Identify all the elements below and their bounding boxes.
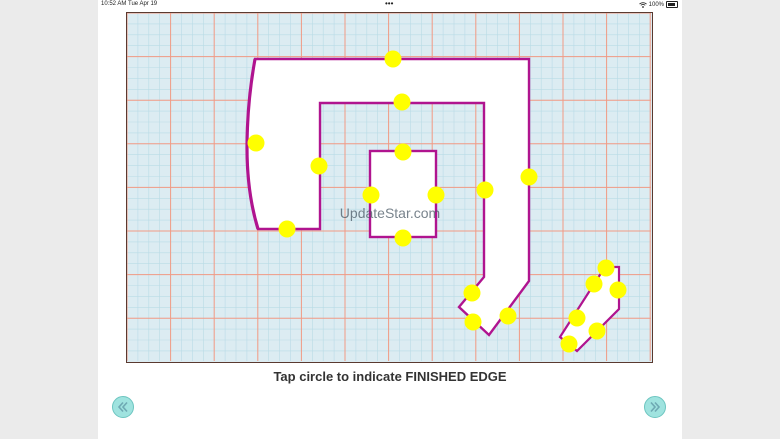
edge-tap-circle[interactable] <box>585 275 603 293</box>
chevron-left-double-icon <box>117 401 128 413</box>
instruction-text: Tap circle to indicate FINISHED EDGE <box>273 369 507 384</box>
status-date: Tue Apr 19 <box>128 1 158 7</box>
edge-tap-circle[interactable] <box>278 220 296 238</box>
edge-tap-circle[interactable] <box>463 284 481 302</box>
edge-tap-circle[interactable] <box>560 335 578 353</box>
edge-tap-circle[interactable] <box>588 322 606 340</box>
edge-tap-circle[interactable] <box>427 186 445 204</box>
status-right: 100% <box>638 1 678 8</box>
edge-tap-circle[interactable] <box>394 143 412 161</box>
edge-tap-circle[interactable] <box>464 313 482 331</box>
edge-tap-circle[interactable] <box>384 50 402 68</box>
edge-tap-circle[interactable] <box>393 93 411 111</box>
edge-tap-circle[interactable] <box>394 229 412 247</box>
next-button[interactable] <box>644 396 666 418</box>
status-time: 10:52 AM <box>101 1 127 7</box>
edge-tap-circle[interactable] <box>609 281 627 299</box>
quilt-grid-board <box>126 12 653 363</box>
multitask-dots[interactable]: ••• <box>385 0 393 8</box>
edge-tap-circle[interactable] <box>247 134 265 152</box>
edge-tap-circle[interactable] <box>362 186 380 204</box>
edge-tap-circle[interactable] <box>520 168 538 186</box>
grid-canvas <box>127 13 651 361</box>
battery-icon <box>666 1 678 8</box>
edge-tap-circle[interactable] <box>476 181 494 199</box>
center-square-piece <box>368 149 438 239</box>
battery-percent: 100% <box>648 1 664 8</box>
edge-tap-circle[interactable] <box>568 309 586 327</box>
status-bar: 10:52 AM Tue Apr 19 ••• 100% <box>98 0 682 10</box>
edge-tap-circle[interactable] <box>499 307 517 325</box>
chevron-right-double-icon <box>650 401 661 413</box>
edge-tap-circle[interactable] <box>310 157 328 175</box>
edge-tap-circle[interactable] <box>597 259 615 277</box>
wifi-icon <box>638 1 647 8</box>
watermark-text: UpdateStar.com <box>339 205 441 221</box>
previous-button[interactable] <box>112 396 134 418</box>
